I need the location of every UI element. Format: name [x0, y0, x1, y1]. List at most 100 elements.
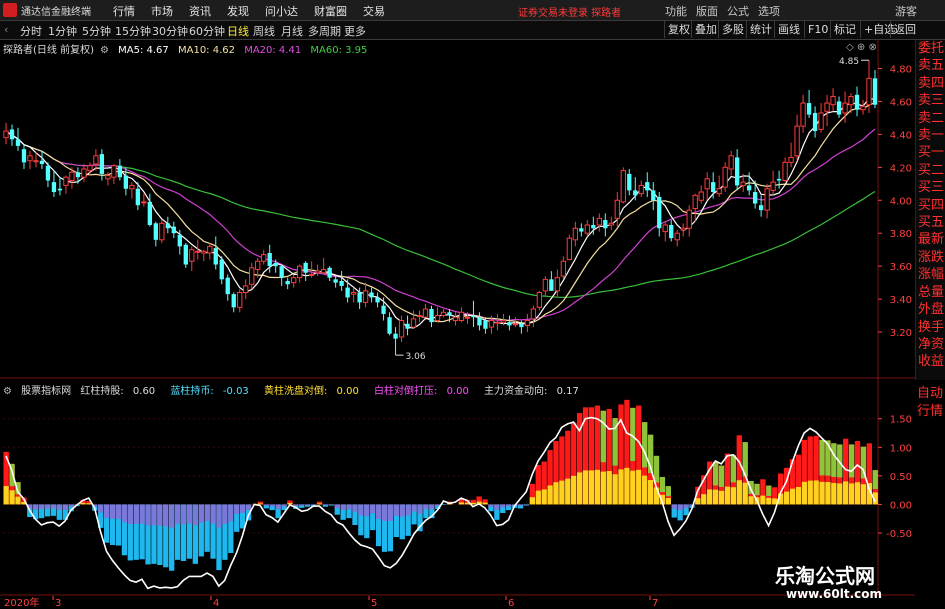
price-tick-label: 3.60	[890, 262, 912, 273]
candle-body-up	[398, 320, 405, 338]
candle-body-up	[416, 315, 423, 318]
side-panel-item[interactable]: 买一	[916, 144, 945, 161]
indicator-yellow-bar	[80, 502, 86, 505]
indicator-yellow-bar	[724, 486, 731, 505]
side-panel-item[interactable]: 卖五	[916, 57, 945, 74]
candle-body-up	[686, 209, 692, 229]
candle-body-up	[33, 160, 39, 163]
candle-body-down	[327, 267, 332, 278]
side-panel-item[interactable]: 总量	[916, 284, 945, 301]
side-panel-item[interactable]: 自动	[915, 385, 945, 403]
indicator-yellow-bar	[653, 487, 660, 505]
candle-body-up	[662, 224, 668, 233]
indicator-purple-bar	[417, 504, 423, 514]
candle-body-up	[674, 232, 680, 241]
candle-body-down	[183, 244, 188, 265]
side-panel-item[interactable]: 卖三	[916, 92, 945, 109]
indicator-purple-bar	[192, 504, 199, 526]
candle-body-up	[554, 277, 561, 292]
indicator-yellow-bar	[618, 469, 624, 505]
candle-body-up	[255, 260, 261, 270]
side-panel-item[interactable]: 涨跌	[916, 249, 945, 266]
ma10-line	[5, 102, 876, 324]
indicator-purple-bar	[381, 504, 388, 522]
indicator-purple-bar	[263, 504, 269, 506]
side-panel-item[interactable]: 换手	[916, 319, 945, 336]
candle-body-up	[201, 250, 207, 254]
side-panel-item[interactable]: 买二	[916, 162, 945, 179]
indicator-yellow-bar	[3, 486, 9, 505]
indicator-purple-bar	[405, 504, 411, 516]
side-panel-item[interactable]: 净资	[916, 336, 945, 353]
price-tick-label: 4.20	[890, 163, 912, 174]
indicator-purple-bar	[423, 504, 429, 510]
indicator-yellow-bar	[742, 482, 748, 505]
indicator-yellow-bar	[257, 503, 264, 505]
side-panel-item[interactable]: 卖二	[916, 110, 945, 127]
indicator-yellow-bar	[795, 487, 802, 505]
candle-body-up	[794, 125, 800, 157]
candle-body-up	[93, 155, 99, 165]
candle-body-up	[63, 176, 69, 186]
side-panel-item[interactable]: 收益	[916, 353, 945, 370]
candle-body-up	[350, 292, 357, 295]
candle-body-down	[429, 308, 434, 323]
indicator-purple-bar	[98, 504, 104, 513]
side-panel-item[interactable]: 卖四	[916, 75, 945, 92]
indicator-purple-bar	[245, 504, 252, 511]
indicator-yellow-bar	[559, 480, 565, 505]
indicator-purple-bar	[364, 504, 370, 517]
candle-body-up	[458, 311, 465, 322]
indicator-purple-bar	[210, 504, 216, 524]
indicator-purple-bar	[375, 504, 382, 520]
candle-body-down	[357, 292, 362, 303]
side-panel-item[interactable]: 委托	[916, 40, 945, 57]
candle-body-up	[842, 102, 848, 114]
side-panel-item[interactable]: 买四	[916, 197, 945, 214]
indicator-purple-bar	[334, 504, 340, 509]
indicator-yellow-bar	[801, 481, 807, 505]
candle-body-down	[273, 262, 278, 267]
indicator-yellow-bar	[807, 480, 813, 505]
indicator-yellow-bar	[665, 498, 671, 505]
candle-body-down	[854, 94, 860, 110]
candle-body-up	[566, 237, 573, 261]
side-panel-item[interactable]: 买五	[916, 214, 945, 231]
price-tick-label: 4.40	[890, 130, 912, 141]
candle-body-up	[782, 161, 788, 181]
indicator-purple-bar	[488, 504, 494, 507]
candle-body-down	[381, 305, 386, 314]
indicator-yellow-bar	[571, 475, 577, 505]
indicator-purple-bar	[358, 504, 364, 516]
candle-body-down	[752, 192, 758, 204]
side-panel-item[interactable]: 行情	[915, 403, 945, 421]
indicator-purple-bar	[62, 504, 68, 510]
candle-body-up	[464, 316, 471, 319]
candle-body-down	[225, 277, 230, 295]
candle-body-down	[21, 149, 27, 163]
indicator-yellow-bar	[15, 496, 21, 505]
side-panel-item[interactable]: 外盘	[916, 301, 945, 318]
side-panel-item[interactable]: 涨幅	[916, 266, 945, 283]
candle-body-down	[345, 287, 350, 298]
watermark-title: 乐淘公式网	[775, 564, 875, 588]
kline-chart[interactable]: 4.80 4.60 4.40 4.20 4.00 3.80 3.60 3.40 3.20 4.85…	[0, 0, 945, 609]
indicator-yellow-bar	[316, 503, 323, 505]
indicator-purple-bar	[44, 504, 51, 509]
side-panel-item[interactable]: 卖一	[916, 127, 945, 144]
price-tick-label: 3.80	[890, 229, 912, 240]
indicator-purple-bar	[677, 504, 683, 511]
indicator-yellow-bar	[606, 471, 612, 505]
side-panel-item[interactable]: 买三	[916, 179, 945, 196]
candle-body-down	[387, 317, 392, 334]
indicator-yellow-bar	[819, 481, 825, 505]
side-panel-item[interactable]: 最新	[916, 231, 945, 248]
indicator-yellow-bar	[837, 483, 843, 505]
candle-body-down	[758, 205, 764, 211]
candle-body-up	[596, 217, 602, 226]
indicator-green-bar	[659, 477, 666, 493]
price-tick-label: 4.00	[890, 196, 912, 207]
candle-body-up	[542, 278, 549, 292]
candle-body-down	[477, 317, 482, 326]
indicator-yellow-bar	[860, 484, 867, 505]
